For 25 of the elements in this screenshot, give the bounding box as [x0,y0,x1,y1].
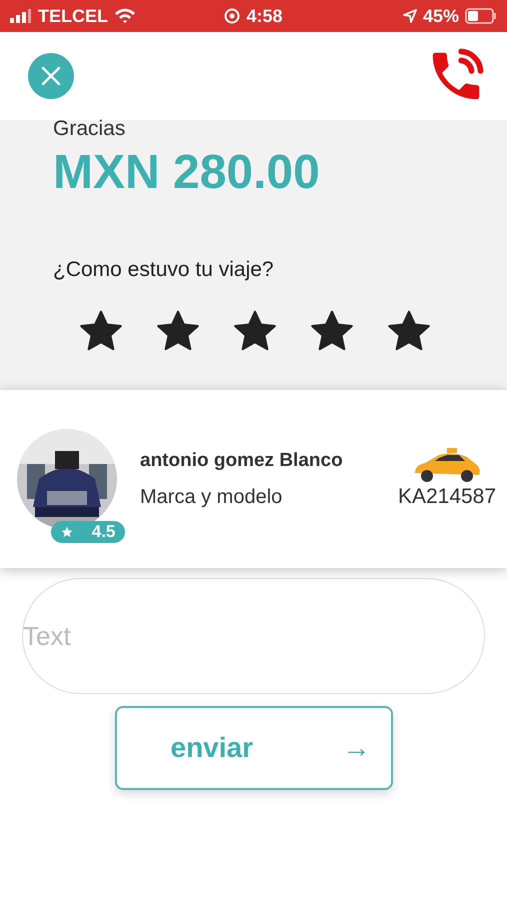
vehicle-model: Marca y modelo [140,486,284,508]
wifi-icon [114,8,136,24]
rating-star[interactable] [79,310,123,352]
signal-icon [10,9,32,23]
rating-question: ¿Como estuvo tu viaje? [53,258,275,282]
rating-star[interactable] [156,310,200,352]
location-arrow-icon [402,9,417,23]
battery-percent: 45% [422,6,459,26]
star-icon [60,526,73,538]
battery-icon [464,8,497,24]
driver-name: antonio gomez Blanco [140,450,344,472]
license-plate: KA214587 [398,485,496,509]
send-button[interactable]: enviar → [114,706,392,790]
rating-star[interactable] [310,310,354,352]
clock-time: 4:58 [246,6,282,26]
carrier-name: TELCEL [38,6,108,26]
close-icon[interactable] [40,65,62,87]
rating-star[interactable] [387,310,431,352]
fare-amount: MXN 280.00 [53,145,321,200]
comment-field[interactable]: Text [22,578,485,694]
close-button[interactable] [28,53,74,99]
rating-star[interactable] [233,310,277,352]
driver-rating: 4.5 [92,522,116,542]
thanks-title: Gracias [53,117,126,141]
location-lock-icon [224,8,240,24]
